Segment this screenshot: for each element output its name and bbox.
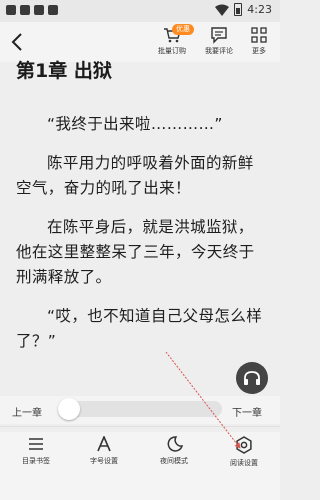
font-size-label: 字号设置 <box>90 457 118 465</box>
paragraph: “我终于出来啦…………” <box>47 115 223 133</box>
toc-bookmark-button[interactable]: 目录书签 <box>6 436 66 466</box>
notification-icon <box>48 5 58 15</box>
grid-more-icon <box>251 27 267 43</box>
discount-badge: 优惠 <box>172 24 194 35</box>
next-chapter-button[interactable]: 下一章 <box>232 404 262 419</box>
chapter-content: “我终于出来啦…………” 陈平用力的呼吸着外面的新鲜空气，奋力的吼了出来！ 在陈… <box>16 112 266 368</box>
progress-slider-knob[interactable] <box>58 398 80 420</box>
comment-icon <box>211 27 227 44</box>
notification-icon <box>6 5 16 15</box>
moon-icon <box>167 436 183 452</box>
list-icon <box>29 438 43 450</box>
comment-label: 我要评论 <box>205 47 233 55</box>
comment-button[interactable]: 我要评论 <box>202 26 236 56</box>
progress-slider-track[interactable] <box>60 401 222 417</box>
divider <box>0 426 280 427</box>
status-time: 4:23 <box>247 3 272 16</box>
prev-chapter-button[interactable]: 上一章 <box>12 404 42 419</box>
back-arrow-icon[interactable] <box>8 30 28 54</box>
bottom-nav: 目录书签 字号设置 夜间模式 阅读设置 <box>0 432 280 500</box>
more-label: 更多 <box>252 47 266 55</box>
font-size-icon <box>97 436 111 452</box>
more-button[interactable]: 更多 <box>246 26 272 56</box>
reading-settings-button[interactable]: 阅读设置 <box>214 436 274 468</box>
toc-bookmark-label: 目录书签 <box>22 457 50 465</box>
night-mode-button[interactable]: 夜间模式 <box>144 436 204 466</box>
settings-gear-icon <box>236 436 252 454</box>
wifi-icon <box>215 4 230 16</box>
batch-order-label: 批量订购 <box>158 47 186 55</box>
night-mode-label: 夜间模式 <box>160 457 188 465</box>
notification-icon <box>20 5 30 15</box>
font-size-button[interactable]: 字号设置 <box>74 436 134 466</box>
paragraph: 陈平用力的呼吸着外面的新鲜空气，奋力的吼了出来！ <box>16 154 254 197</box>
battery-icon <box>234 3 243 16</box>
status-bar: 4:23 <box>0 0 280 22</box>
headphones-icon <box>244 371 260 385</box>
paragraph: 在陈平身后，就是洪城监狱，他在这里整整呆了三年，今天终于刑满释放了。 <box>16 218 255 286</box>
chapter-title: 第1章 出狱 <box>16 60 112 82</box>
listen-button[interactable] <box>236 362 268 394</box>
paragraph: “哎，也不知道自己父母怎么样了？” <box>16 307 263 350</box>
chapter-progress-row: 上一章 下一章 <box>0 396 280 424</box>
notification-icon <box>34 5 44 15</box>
reading-settings-label: 阅读设置 <box>230 459 258 467</box>
